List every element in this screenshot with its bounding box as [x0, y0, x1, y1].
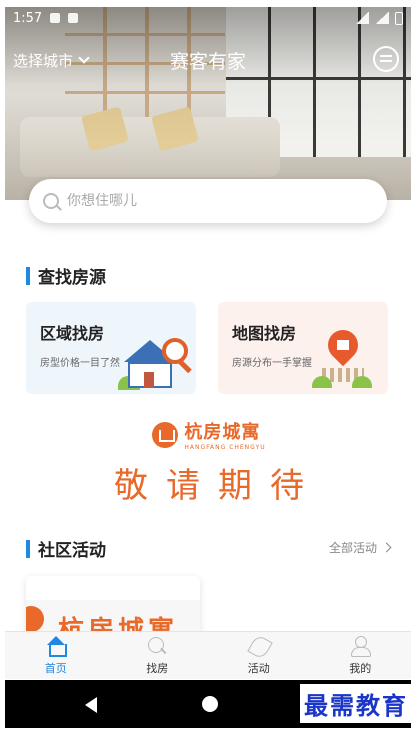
map-pin-icon — [312, 323, 372, 388]
leaf-icon — [248, 636, 270, 656]
section-accent-bar — [26, 539, 30, 558]
city-selector[interactable]: 选择城市 — [5, 50, 90, 71]
signal-icon — [375, 12, 389, 24]
tab-find-house-label: 找房 — [146, 661, 169, 675]
brand-logo-icon — [152, 421, 179, 448]
home-icon — [45, 635, 67, 657]
top-bar: 选择城市 赛客有家 — [5, 40, 411, 80]
settings-status-icon — [50, 13, 61, 23]
tab-profile-label: 我的 — [349, 661, 372, 675]
tab-activities-label: 活动 — [247, 661, 270, 675]
community-section-header: 社区活动 — [26, 536, 106, 561]
tab-home[interactable]: 首页 — [5, 632, 107, 679]
area-search-card[interactable]: 区域找房 房型价格一目了然 — [26, 302, 196, 394]
coming-soon-text: 敬请期待 — [114, 466, 322, 506]
tab-find-house[interactable]: 找房 — [107, 632, 209, 679]
notification-status-icon — [68, 13, 79, 23]
message-button[interactable] — [373, 46, 399, 72]
user-icon — [349, 635, 372, 657]
find-section-title: 查找房源 — [38, 268, 106, 288]
back-nav-icon[interactable] — [85, 697, 97, 713]
tab-home-label: 首页 — [44, 661, 67, 675]
tab-activities[interactable]: 活动 — [208, 632, 310, 679]
brand-name-cn: 杭房城寓 — [184, 422, 261, 443]
all-activities-label: 全部活动 — [328, 541, 377, 555]
chevron-down-icon — [78, 52, 90, 64]
activity-card[interactable]: 杭房城寓 — [26, 576, 200, 632]
hero-shade — [5, 7, 411, 200]
hero-banner — [5, 7, 411, 200]
section-accent-bar — [26, 266, 30, 285]
search-icon — [43, 193, 59, 209]
brand-name-en: HANGFANG CHENGYU — [184, 444, 266, 451]
city-selector-label: 选择城市 — [13, 51, 74, 70]
message-icon — [380, 55, 392, 57]
all-activities-link[interactable]: 全部活动 — [328, 539, 392, 556]
find-section-header: 查找房源 — [26, 263, 106, 288]
battery-icon — [395, 11, 403, 25]
message-icon-line — [380, 60, 392, 62]
watermark: 最需教育 — [300, 684, 412, 723]
house-magnifier-icon — [118, 330, 192, 390]
search-icon — [146, 636, 168, 656]
community-section-title: 社区活动 — [38, 541, 106, 561]
brand-logo: 杭房城寓 HANGFANG CHENGYU — [0, 418, 418, 451]
wifi-icon — [355, 12, 369, 24]
search-bar[interactable] — [29, 179, 387, 223]
activity-banner-text: 杭房城寓 — [58, 616, 179, 632]
chevron-right-icon — [381, 542, 392, 553]
status-bar: 1:57 — [5, 7, 411, 29]
tab-profile[interactable]: 我的 — [310, 632, 412, 679]
home-nav-icon[interactable] — [202, 696, 218, 712]
status-time: 1:57 — [13, 10, 43, 26]
search-input[interactable] — [67, 193, 347, 209]
map-search-card[interactable]: 地图找房 房源分布一手掌握 — [218, 302, 388, 394]
bottom-tab-bar: 首页 找房 活动 我的 — [5, 631, 411, 679]
